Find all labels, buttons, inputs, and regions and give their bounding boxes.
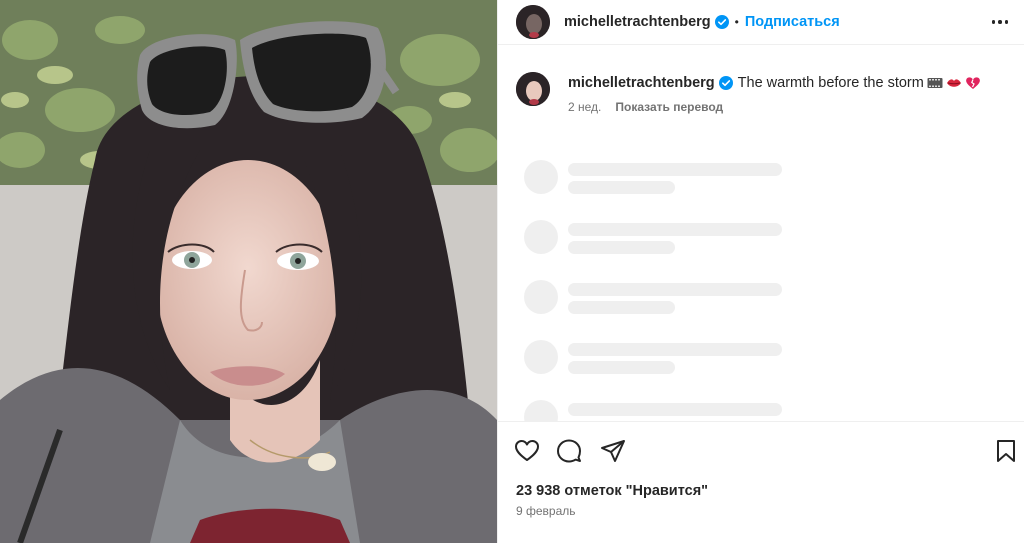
verified-badge-icon (714, 15, 729, 29)
post-photo[interactable] (0, 0, 497, 543)
broken-heart-icon (965, 75, 981, 91)
bookmark-icon[interactable] (993, 438, 1019, 464)
heart-icon[interactable] (514, 438, 540, 464)
caption-text: The warmth before the storm (737, 75, 924, 91)
comment-skeleton (524, 340, 784, 376)
follow-button[interactable]: Подписаться (745, 14, 840, 30)
post-date: 9 февраль (516, 504, 576, 518)
show-translation-button[interactable]: Показать перевод (615, 100, 723, 114)
verified-badge-icon (718, 76, 733, 90)
likes-count[interactable]: 23 938 отметок "Нравится" (516, 483, 708, 499)
comment-skeleton (524, 160, 784, 196)
author-username[interactable]: michelletrachtenberg (564, 14, 711, 30)
author-avatar[interactable] (516, 5, 550, 39)
comment-icon[interactable] (556, 438, 582, 464)
kiss-mark-icon (946, 75, 962, 91)
comment-skeleton (524, 280, 784, 316)
share-icon[interactable] (600, 438, 626, 464)
post-caption: michelletrachtenberg The warmth before t… (516, 72, 1011, 114)
separator-dot: • (734, 15, 739, 29)
comment-skeleton (524, 220, 784, 256)
caption-avatar[interactable] (516, 72, 550, 106)
post-header: michelletrachtenberg • Подписаться (498, 0, 1024, 45)
more-options-icon[interactable] (989, 12, 1011, 32)
caption-username[interactable]: michelletrachtenberg (568, 74, 715, 92)
caption-time: 2 нед. (568, 100, 602, 114)
post-side-panel: michelletrachtenberg • Подписаться miche… (497, 0, 1024, 543)
post-actions: 23 938 отметок "Нравится" 9 февраль (498, 421, 1024, 543)
film-frames-icon (927, 75, 943, 91)
post-image (0, 0, 497, 543)
